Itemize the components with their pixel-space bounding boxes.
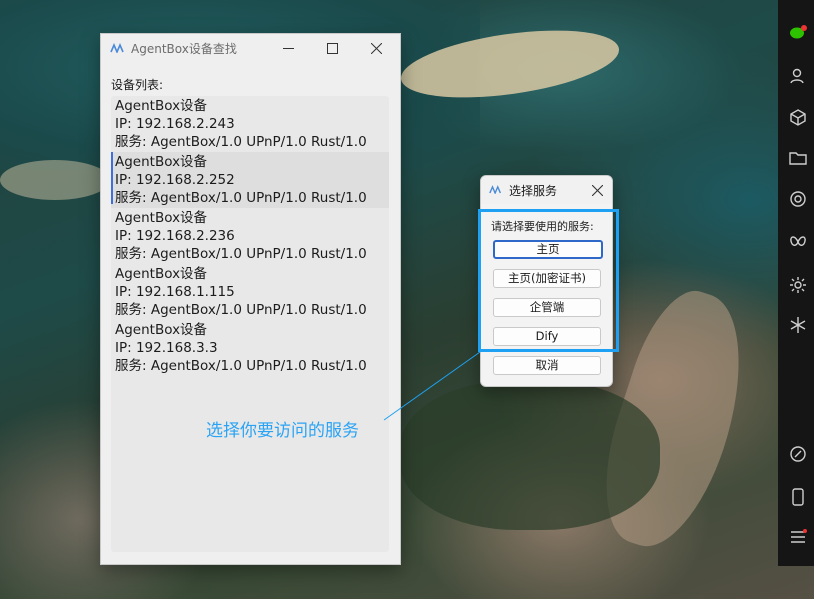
- dialog-title-bar[interactable]: 选择服务: [481, 176, 612, 204]
- device-item[interactable]: AgentBox设备 IP: 192.168.1.115 服务: AgentBo…: [111, 264, 389, 320]
- contacts-icon[interactable]: [788, 67, 808, 87]
- device-item[interactable]: AgentBox设备 IP: 192.168.2.236 服务: AgentBo…: [111, 208, 389, 264]
- phone-icon[interactable]: [788, 488, 808, 508]
- title-bar[interactable]: AgentBox设备查找: [101, 34, 400, 62]
- device-ip: IP: 192.168.2.236: [115, 228, 235, 244]
- settings-icon[interactable]: [788, 276, 808, 296]
- menu-icon[interactable]: [788, 528, 808, 548]
- device-name: AgentBox设备: [115, 266, 208, 282]
- app-dock: [778, 0, 814, 566]
- close-button[interactable]: [353, 34, 399, 62]
- device-service: 服务: AgentBox/1.0 UPnP/1.0 Rust/1.0: [115, 302, 367, 318]
- device-service: 服务: AgentBox/1.0 UPnP/1.0 Rust/1.0: [115, 134, 367, 150]
- spark-icon[interactable]: [788, 316, 808, 336]
- background-forest: [400, 380, 660, 530]
- device-list[interactable]: AgentBox设备 IP: 192.168.2.243 服务: AgentBo…: [111, 96, 389, 552]
- device-finder-window: AgentBox设备查找 设备列表: AgentBox设备 IP: 192.16…: [100, 33, 401, 565]
- maximize-icon: [326, 42, 338, 54]
- device-name: AgentBox设备: [115, 98, 208, 114]
- close-icon: [591, 184, 603, 196]
- app-logo-icon: [110, 43, 124, 53]
- device-ip: IP: 192.168.2.252: [115, 172, 235, 188]
- window-title: AgentBox设备查找: [131, 42, 237, 56]
- dialog-title: 选择服务: [509, 184, 558, 198]
- folder-icon[interactable]: [788, 149, 808, 169]
- package-icon[interactable]: [788, 108, 808, 128]
- butterfly-icon[interactable]: [788, 233, 808, 253]
- device-item-selected[interactable]: AgentBox设备 IP: 192.168.2.252 服务: AgentBo…: [111, 152, 389, 208]
- wechat-icon[interactable]: [788, 24, 808, 44]
- annotation-highlight-box: [478, 209, 619, 352]
- background-sandbank-left: [0, 160, 110, 200]
- device-name: AgentBox设备: [115, 322, 208, 338]
- device-item[interactable]: AgentBox设备 IP: 192.168.3.3 服务: AgentBox/…: [111, 320, 389, 376]
- device-name: AgentBox设备: [115, 210, 208, 226]
- dialog-close-button[interactable]: [582, 176, 612, 204]
- device-ip: IP: 192.168.1.115: [115, 284, 235, 300]
- device-service: 服务: AgentBox/1.0 UPnP/1.0 Rust/1.0: [115, 246, 367, 262]
- cancel-button[interactable]: 取消: [493, 356, 601, 375]
- app-logo-icon: [489, 185, 502, 194]
- close-icon: [370, 42, 382, 54]
- device-name: AgentBox设备: [115, 154, 208, 170]
- device-ip: IP: 192.168.2.243: [115, 116, 235, 132]
- minimize-icon: [282, 47, 294, 49]
- aperture-icon[interactable]: [788, 190, 808, 210]
- device-list-label: 设备列表:: [111, 78, 164, 92]
- link-icon[interactable]: [788, 445, 808, 465]
- maximize-button[interactable]: [309, 34, 355, 62]
- device-service: 服务: AgentBox/1.0 UPnP/1.0 Rust/1.0: [115, 190, 367, 206]
- minimize-button[interactable]: [265, 34, 311, 62]
- device-ip: IP: 192.168.3.3: [115, 340, 218, 356]
- annotation-callout: 选择你要访问的服务: [206, 421, 359, 441]
- device-item[interactable]: AgentBox设备 IP: 192.168.2.243 服务: AgentBo…: [111, 96, 389, 152]
- device-service: 服务: AgentBox/1.0 UPnP/1.0 Rust/1.0: [115, 358, 367, 374]
